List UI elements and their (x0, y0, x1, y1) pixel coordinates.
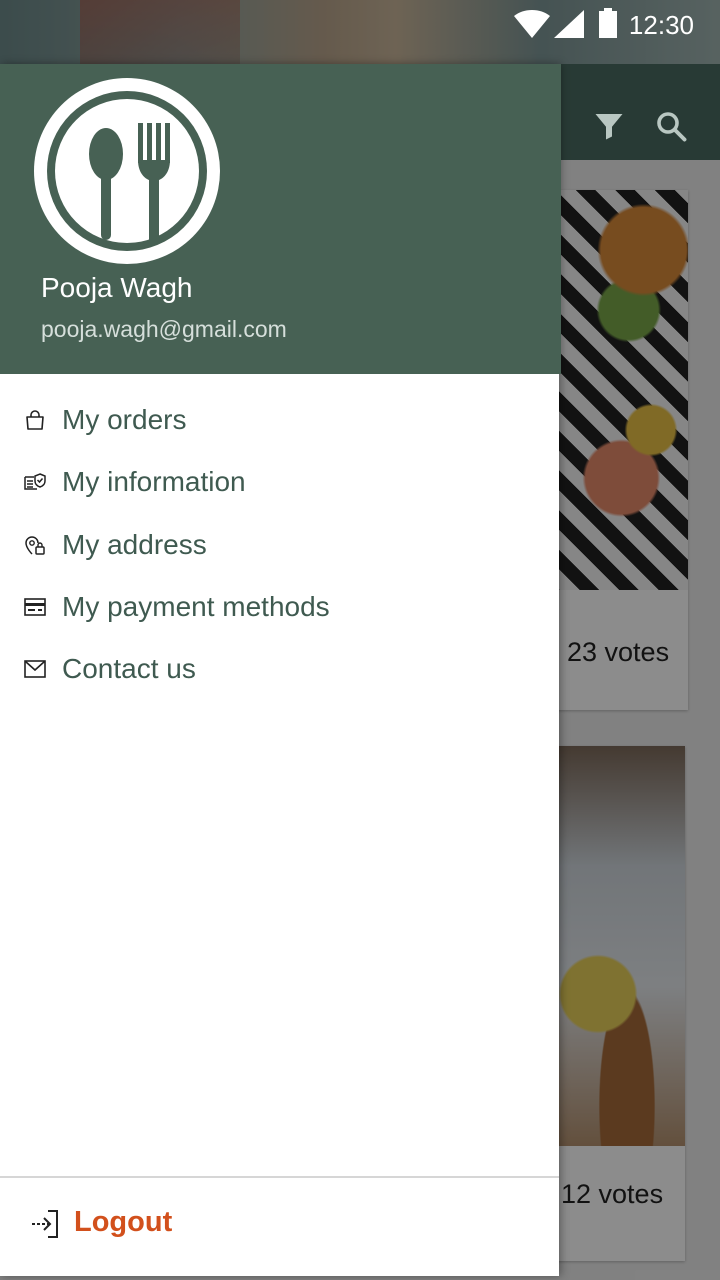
id-card-icon (24, 473, 46, 490)
search-icon[interactable] (653, 108, 689, 144)
filter-icon[interactable] (591, 108, 627, 144)
credit-card-icon (24, 598, 46, 616)
menu-item-contact-us[interactable]: Contact us (0, 638, 559, 700)
menu-item-my-information[interactable]: My information (0, 451, 559, 513)
signal-icon (554, 10, 584, 38)
location-icon (25, 536, 45, 555)
menu-item-my-address[interactable]: My address (0, 514, 559, 576)
menu-item-label: My orders (62, 404, 187, 435)
logout-label: Logout (74, 1206, 173, 1238)
user-email: pooja.wagh@gmail.com (41, 316, 287, 342)
navigation-drawer: Pooja Wagh pooja.wagh@gmail.com My order… (0, 64, 561, 1276)
wifi-icon (514, 10, 550, 38)
shopping-bag-icon (26, 410, 44, 430)
battery-icon (599, 8, 617, 38)
status-time: 12:30 (628, 10, 694, 40)
logout-button[interactable]: Logout (0, 1178, 559, 1276)
logout-icon (32, 1210, 58, 1238)
menu-item-my-orders[interactable]: My orders (0, 389, 559, 451)
menu-item-label: My address (62, 529, 207, 560)
status-bar: 12:30 (480, 0, 720, 48)
menu-item-label: My payment methods (62, 591, 330, 622)
menu-item-label: Contact us (62, 653, 196, 684)
menu-item-my-payment-methods[interactable]: My payment methods (0, 576, 559, 638)
menu-item-label: My information (62, 466, 246, 497)
drawer-header: Pooja Wagh pooja.wagh@gmail.com (0, 64, 561, 374)
user-name: Pooja Wagh (41, 272, 193, 303)
fork-spoon-logo (34, 78, 220, 264)
mail-icon (24, 660, 46, 678)
